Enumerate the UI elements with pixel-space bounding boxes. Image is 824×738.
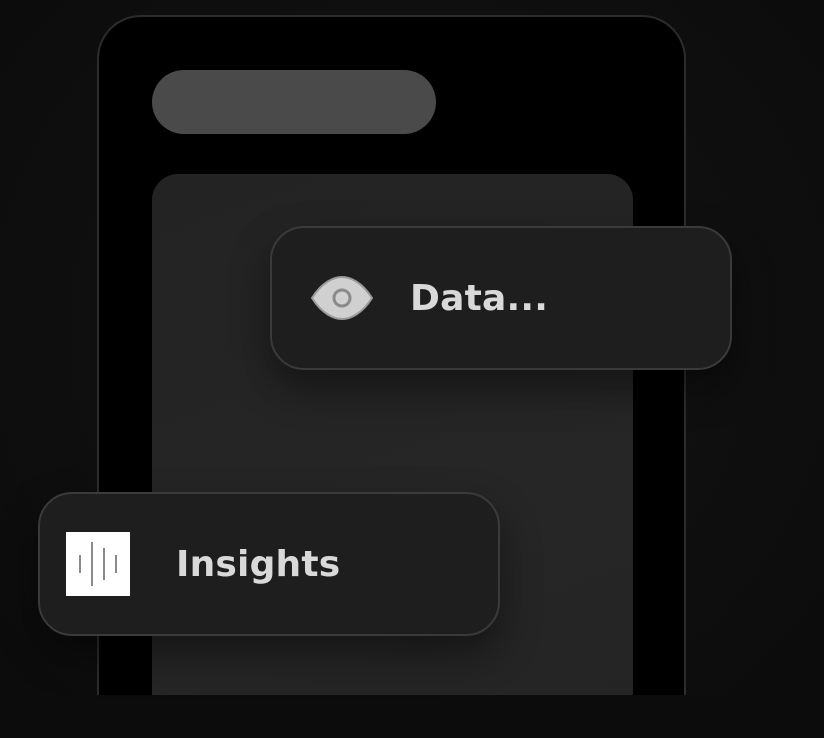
waveform-icon [66,532,130,596]
header-placeholder-pill [152,70,436,134]
insights-card-label: Insights [176,543,341,585]
bottom-edge [0,695,824,738]
insights-card[interactable]: Insights [38,492,500,636]
eye-icon [310,274,374,322]
data-card[interactable]: Data... [270,226,732,370]
data-card-label: Data... [410,277,549,319]
